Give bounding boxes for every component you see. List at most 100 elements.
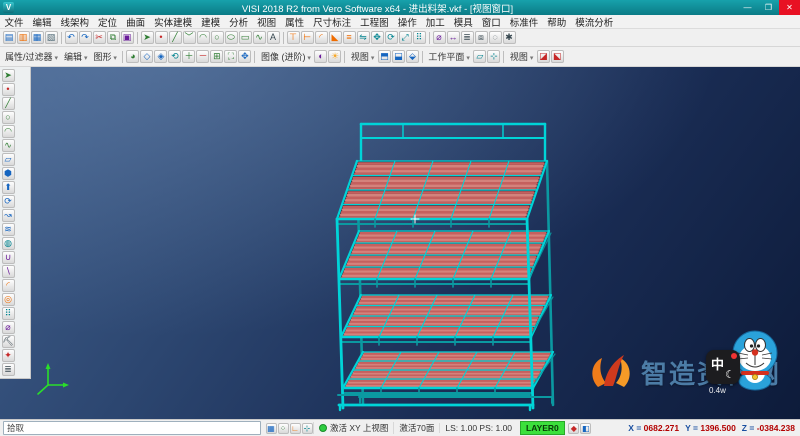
arc-tool-icon[interactable]: ◠: [2, 125, 15, 138]
open-file-icon[interactable]: ▥: [17, 31, 30, 44]
fillet3d-tool-icon[interactable]: ◜: [2, 279, 15, 292]
pattern-tool-icon[interactable]: ⠿: [2, 307, 15, 320]
title-bar[interactable]: V VISI 2018 R2 from Vero Software x64 - …: [0, 0, 800, 15]
mold-tool-icon[interactable]: ⛏: [2, 335, 15, 348]
zoom-window-icon[interactable]: ⊞: [210, 50, 223, 63]
revolve-tool-icon[interactable]: ⟳: [2, 195, 15, 208]
fillet-icon[interactable]: ◜: [315, 31, 328, 44]
save-file-icon[interactable]: ▦: [31, 31, 44, 44]
active-face-indicator[interactable]: 激活70面: [393, 422, 439, 434]
move-icon[interactable]: ✥: [371, 31, 384, 44]
cut-icon[interactable]: ✂: [93, 31, 106, 44]
shell-tool-icon[interactable]: ◍: [2, 237, 15, 250]
menu-实体建模[interactable]: 实体建模: [150, 15, 197, 29]
trim-icon[interactable]: ⊤: [287, 31, 300, 44]
active-view-indicator[interactable]: 激活 XY 上视图: [313, 422, 393, 434]
menu-帮助[interactable]: 帮助: [543, 15, 571, 29]
menu-视图[interactable]: 视图: [253, 15, 281, 29]
mirror-icon[interactable]: ⇋: [357, 31, 370, 44]
redo-icon[interactable]: ↷: [79, 31, 92, 44]
menu-操作[interactable]: 操作: [393, 15, 421, 29]
app-overlay-badge[interactable]: 中 ☾ 0.4w: [706, 350, 740, 384]
zoom-fit-icon[interactable]: ⛶: [224, 50, 237, 63]
menu-曲面[interactable]: 曲面: [122, 15, 150, 29]
workplane-icon[interactable]: ▱: [473, 50, 486, 63]
menu-文件[interactable]: 文件: [0, 15, 28, 29]
hidden-line-view-icon[interactable]: ◈: [154, 50, 167, 63]
menu-加工[interactable]: 加工: [421, 15, 449, 29]
curve-tool-icon[interactable]: ∿: [2, 139, 15, 152]
toolbar-group-label[interactable]: 图像 (进阶): [258, 50, 314, 63]
menu-工程图[interactable]: 工程图: [356, 15, 394, 29]
pan-icon[interactable]: ✥: [238, 50, 251, 63]
surface-tool-icon[interactable]: ▱: [2, 153, 15, 166]
menu-属性[interactable]: 属性: [281, 15, 309, 29]
paste-icon[interactable]: ▣: [121, 31, 134, 44]
sweep-tool-icon[interactable]: ↝: [2, 209, 15, 222]
toolbar-group-label[interactable]: 视图: [348, 50, 377, 63]
toolbar-group-label[interactable]: 编辑: [61, 50, 90, 63]
menu-标准件[interactable]: 标准件: [505, 15, 543, 29]
clip-plane-icon[interactable]: ⬕: [551, 50, 564, 63]
menu-模流分析[interactable]: 模流分析: [571, 15, 618, 29]
circle-tool-icon[interactable]: ○: [2, 111, 15, 124]
text-icon[interactable]: A: [267, 31, 280, 44]
scale-icon[interactable]: ⤢: [399, 31, 412, 44]
measure-tool-icon[interactable]: ⌀: [2, 321, 15, 334]
group-icon[interactable]: ⧈: [475, 31, 488, 44]
maximize-button[interactable]: ❐: [758, 0, 779, 15]
snap-icon[interactable]: ▦: [266, 423, 277, 434]
circle-icon[interactable]: ○: [211, 31, 224, 44]
line-tool-icon[interactable]: ╱: [2, 97, 15, 110]
layer-indicator[interactable]: LAYER0: [520, 421, 565, 435]
menu-建模[interactable]: 建模: [197, 15, 225, 29]
hide-icon[interactable]: ◌: [489, 31, 502, 44]
chamfer-icon[interactable]: ◣: [329, 31, 342, 44]
rotate-icon[interactable]: ⟳: [385, 31, 398, 44]
view-top-icon[interactable]: ⬒: [378, 50, 391, 63]
zoom-in-icon[interactable]: ＋: [182, 50, 195, 63]
command-prompt-input[interactable]: 拾取: [3, 421, 261, 435]
line-icon[interactable]: ╱: [169, 31, 182, 44]
select-tool-icon[interactable]: ➤: [2, 69, 15, 82]
measure-icon[interactable]: ⌀: [433, 31, 446, 44]
undo-icon[interactable]: ↶: [65, 31, 78, 44]
menu-分析[interactable]: 分析: [225, 15, 253, 29]
section-icon[interactable]: ◪: [537, 50, 550, 63]
point-icon[interactable]: •: [155, 31, 168, 44]
menu-模具[interactable]: 模具: [449, 15, 477, 29]
menu-编辑[interactable]: 编辑: [28, 15, 56, 29]
settings-icon[interactable]: ✱: [503, 31, 516, 44]
layers-icon[interactable]: ≣: [461, 31, 474, 44]
zoom-out-icon[interactable]: －: [196, 50, 209, 63]
copy-icon[interactable]: ⧉: [107, 31, 120, 44]
toolbar-group-label[interactable]: 工作平面: [425, 50, 472, 63]
rectangle-icon[interactable]: ▭: [239, 31, 252, 44]
toolbar-group-label[interactable]: 属性/过滤器: [2, 50, 61, 63]
grid-icon[interactable]: ⁘: [278, 423, 289, 434]
view-iso-icon[interactable]: ⬙: [406, 50, 419, 63]
menu-线架构[interactable]: 线架构: [56, 15, 94, 29]
units-icon[interactable]: ◧: [580, 423, 591, 434]
dimension-icon[interactable]: ↔: [447, 31, 460, 44]
viewport-3d[interactable]: 智造资料网 中 ☾ 0.4w: [0, 67, 800, 419]
menu-定位[interactable]: 定位: [94, 15, 122, 29]
select-icon[interactable]: ➤: [141, 31, 154, 44]
view-front-icon[interactable]: ⬓: [392, 50, 405, 63]
wcs-icon[interactable]: ⊹: [302, 423, 313, 434]
print-icon[interactable]: ▧: [45, 31, 58, 44]
toolbar-group-label[interactable]: 图形: [90, 50, 119, 63]
wireframe-view-icon[interactable]: ◇: [140, 50, 153, 63]
point-tool-icon[interactable]: •: [2, 83, 15, 96]
loft-tool-icon[interactable]: ≋: [2, 223, 15, 236]
hole-tool-icon[interactable]: ◎: [2, 293, 15, 306]
solid-tool-icon[interactable]: ⬢: [2, 167, 15, 180]
ellipse-icon[interactable]: ⬭: [225, 31, 238, 44]
shaded-view-icon[interactable]: ◕: [126, 50, 139, 63]
minimize-button[interactable]: —: [737, 0, 758, 15]
dynamic-rotate-icon[interactable]: ⟲: [168, 50, 181, 63]
new-file-icon[interactable]: ▤: [3, 31, 16, 44]
toolbar-group-label[interactable]: 视图: [507, 50, 536, 63]
mass-props-icon[interactable]: ◆: [568, 423, 579, 434]
light-icon[interactable]: ☀: [328, 50, 341, 63]
